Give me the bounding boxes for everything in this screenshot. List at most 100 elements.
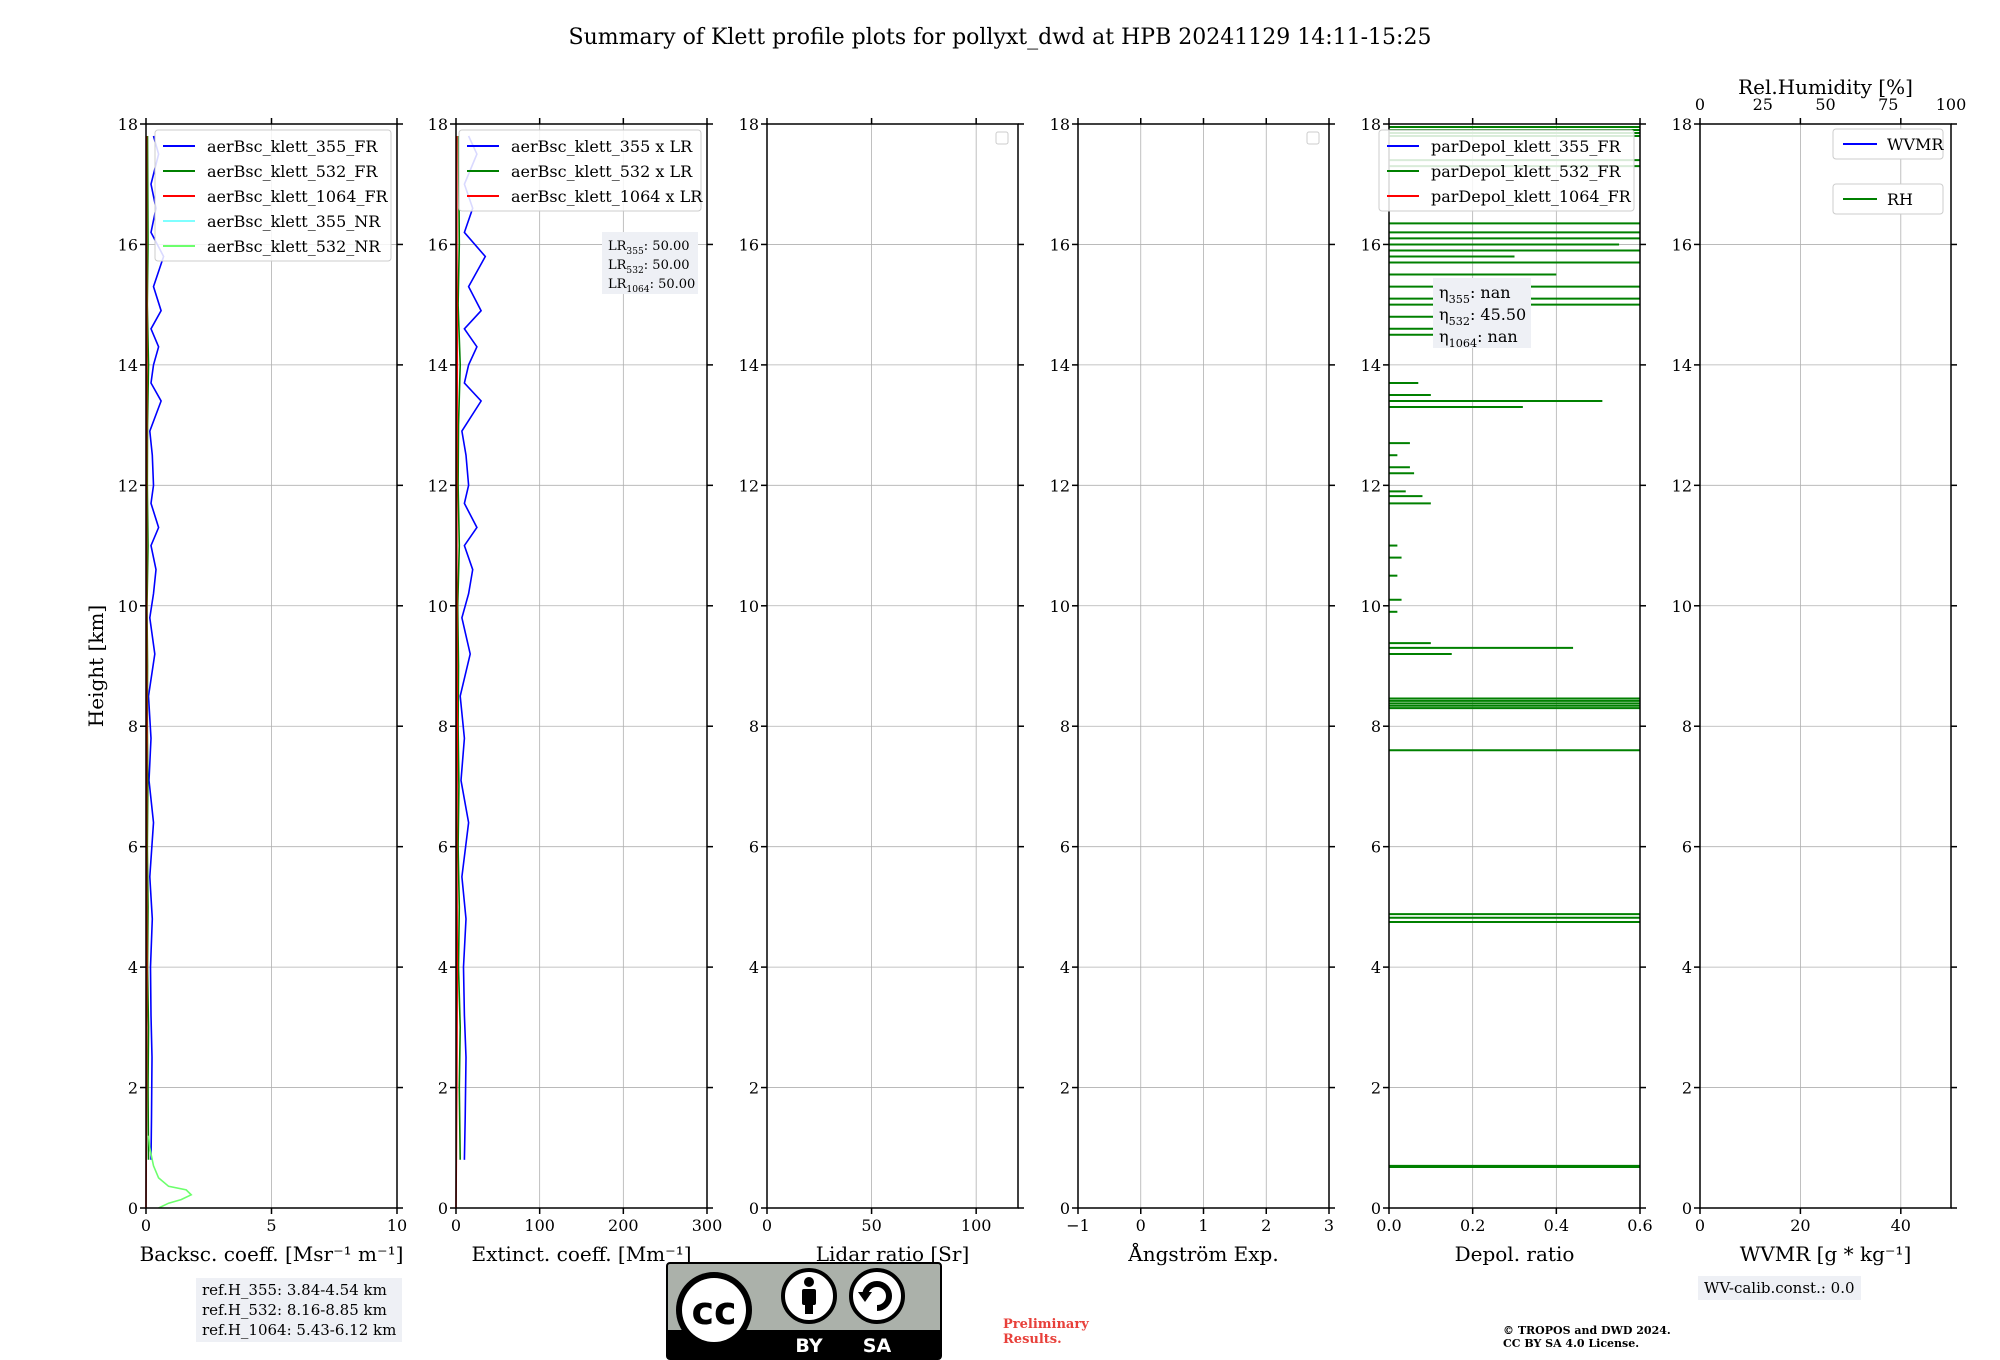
x-tick-label: 200 — [608, 1216, 639, 1235]
legend-label: aerBsc_klett_355 x LR — [511, 137, 693, 156]
ref-line: ref.H_532: 8.16-8.85 km — [202, 1301, 387, 1319]
y-tick-label: 4 — [1060, 958, 1070, 977]
y-tick-label: 0 — [438, 1199, 448, 1218]
y-tick-label: 6 — [438, 838, 448, 857]
x-tick-label: 2 — [1261, 1216, 1271, 1235]
y-tick-label: 18 — [1672, 115, 1692, 134]
x-tick-label: 0.2 — [1460, 1216, 1485, 1235]
y-tick-label: 0 — [749, 1199, 759, 1218]
panel-2: 0 2 4 6 8 10 12 14 16 18 0 100 200 300Extinct. coeff.… — [428, 115, 723, 1266]
y-tick-label: 16 — [1050, 235, 1070, 254]
y-tick-label: 14 — [118, 356, 138, 375]
legend-label: WVMR — [1887, 135, 1944, 154]
legend-label: aerBsc_klett_355_NR — [207, 212, 381, 231]
y-tick-label: 4 — [1682, 958, 1692, 977]
series-line — [456, 135, 462, 1160]
y-tick-label: 2 — [1682, 1079, 1692, 1098]
x-tick-label: 10 — [387, 1216, 407, 1235]
copyright-line: © TROPOS and DWD 2024. — [1503, 1324, 1671, 1337]
y-tick-label: 16 — [1672, 235, 1692, 254]
y-tick-label: 0 — [128, 1199, 138, 1218]
empty-legend — [1306, 131, 1320, 145]
x-tick-label: 100 — [961, 1216, 992, 1235]
empty-legend — [995, 131, 1009, 145]
y-tick-label: 6 — [749, 838, 759, 857]
x-tick-label: 3 — [1324, 1216, 1334, 1235]
y-tick-label: 12 — [428, 476, 448, 495]
x-tick-label: 0 — [1695, 1216, 1705, 1235]
wv-calib-box: WV-calib.const.: 0.0 — [1698, 1276, 1861, 1300]
legend: WVMR — [1832, 128, 1944, 160]
panel-1: 0 2 4 6 8 10 12 14 16 18 0 5 10 Backsc. coeff. [Msr⁻¹… — [84, 115, 407, 1266]
y-tick-label: 8 — [1371, 717, 1381, 736]
eta-annotation: η355: nanη532: 45.50η1064: nan — [1433, 278, 1531, 350]
legend-label: aerBsc_klett_1064_FR — [207, 187, 389, 206]
y-tick-label: 10 — [118, 597, 138, 616]
y-tick-label: 6 — [128, 838, 138, 857]
y-tick-label: 8 — [749, 717, 759, 736]
axes-frame — [766, 123, 1019, 1209]
x-tick-label: 0.6 — [1627, 1216, 1652, 1235]
x-axis-label: WVMR [g * kg⁻¹] — [1740, 1242, 1912, 1266]
x-tick-label: 20 — [1790, 1216, 1810, 1235]
x-tick-label: 50 — [861, 1216, 881, 1235]
x-tick-label: 0 — [451, 1216, 461, 1235]
y-tick-label: 10 — [428, 597, 448, 616]
x-tick-label: 0 — [762, 1216, 772, 1235]
y-tick-label: 14 — [428, 356, 448, 375]
y-tick-label: 2 — [1060, 1079, 1070, 1098]
series-line — [147, 1135, 193, 1209]
ref-line: ref.H_355: 3.84-4.54 km — [202, 1281, 387, 1299]
y-tick-label: 6 — [1060, 838, 1070, 857]
wv-calib-text: WV-calib.const.: 0.0 — [1704, 1279, 1855, 1297]
y-tick-label: 2 — [1371, 1079, 1381, 1098]
share-alike-icon — [849, 1268, 905, 1324]
panel-3: 0246810121416180 50 100Lidar ratio [Sr] — [739, 115, 1024, 1266]
x-tick-label: 0.4 — [1544, 1216, 1569, 1235]
y-tick-label: 16 — [1361, 235, 1381, 254]
x2-tick-label: 100 — [1936, 95, 1967, 114]
legend: aerBsc_klett_355 x LR aerBsc_klett_532 x … — [458, 129, 703, 212]
y-tick-label: 4 — [128, 958, 138, 977]
figure: Summary of Klett profile plots for polly… — [84, 25, 1967, 1266]
cc-by-sa-badge: cc BY SA — [666, 1262, 942, 1360]
preliminary-note: Preliminary Results. — [1003, 1317, 1089, 1347]
y-tick-label: 18 — [118, 115, 138, 134]
x-tick-label: 5 — [266, 1216, 276, 1235]
sa-label: SA — [863, 1335, 892, 1357]
y-tick-label: 18 — [428, 115, 448, 134]
y-tick-label: 8 — [1060, 717, 1070, 736]
legend-label: aerBsc_klett_1064 x LR — [511, 187, 703, 206]
panel-5: 0246810121416180.0 0.2 0.4 0.6Depol. ratiop… — [1361, 115, 1653, 1266]
y-tick-label: 14 — [1672, 356, 1692, 375]
x-tick-label: 0 — [141, 1216, 151, 1235]
axes-frame — [1699, 123, 1952, 1209]
legend: RH — [1832, 183, 1944, 215]
x-tick-label: 40 — [1891, 1216, 1911, 1235]
x-axis-label: Depol. ratio — [1455, 1242, 1575, 1266]
y-tick-label: 2 — [128, 1079, 138, 1098]
y-tick-label: 8 — [128, 717, 138, 736]
copyright-line: CC BY SA 4.0 License. — [1503, 1337, 1640, 1350]
series-line — [147, 135, 165, 1160]
y-tick-label: 8 — [438, 717, 448, 736]
y-tick-label: 12 — [1672, 476, 1692, 495]
y-tick-label: 12 — [1050, 476, 1070, 495]
y-tick-label: 16 — [118, 235, 138, 254]
x2-tick-label: 0 — [1695, 95, 1705, 114]
y-tick-label: 10 — [1361, 597, 1381, 616]
reference-height-box: ref.H_355: 3.84-4.54 km ref.H_532: 8.16-… — [196, 1278, 403, 1342]
x-tick-label: 300 — [692, 1216, 723, 1235]
legend-label: RH — [1887, 190, 1913, 209]
x-tick-label: −1 — [1066, 1216, 1090, 1235]
legend-label: aerBsc_klett_532_FR — [207, 162, 378, 181]
y-tick-label: 10 — [1050, 597, 1070, 616]
y-tick-label: 14 — [1050, 356, 1070, 375]
y-tick-label: 18 — [1050, 115, 1070, 134]
cc-label: cc — [691, 1289, 736, 1333]
y-tick-label: 14 — [1361, 356, 1381, 375]
legend-label: aerBsc_klett_532_NR — [207, 237, 381, 256]
y-tick-label: 6 — [1371, 838, 1381, 857]
legend-label: parDepol_klett_355_FR — [1431, 137, 1622, 156]
y-tick-label: 12 — [739, 476, 759, 495]
